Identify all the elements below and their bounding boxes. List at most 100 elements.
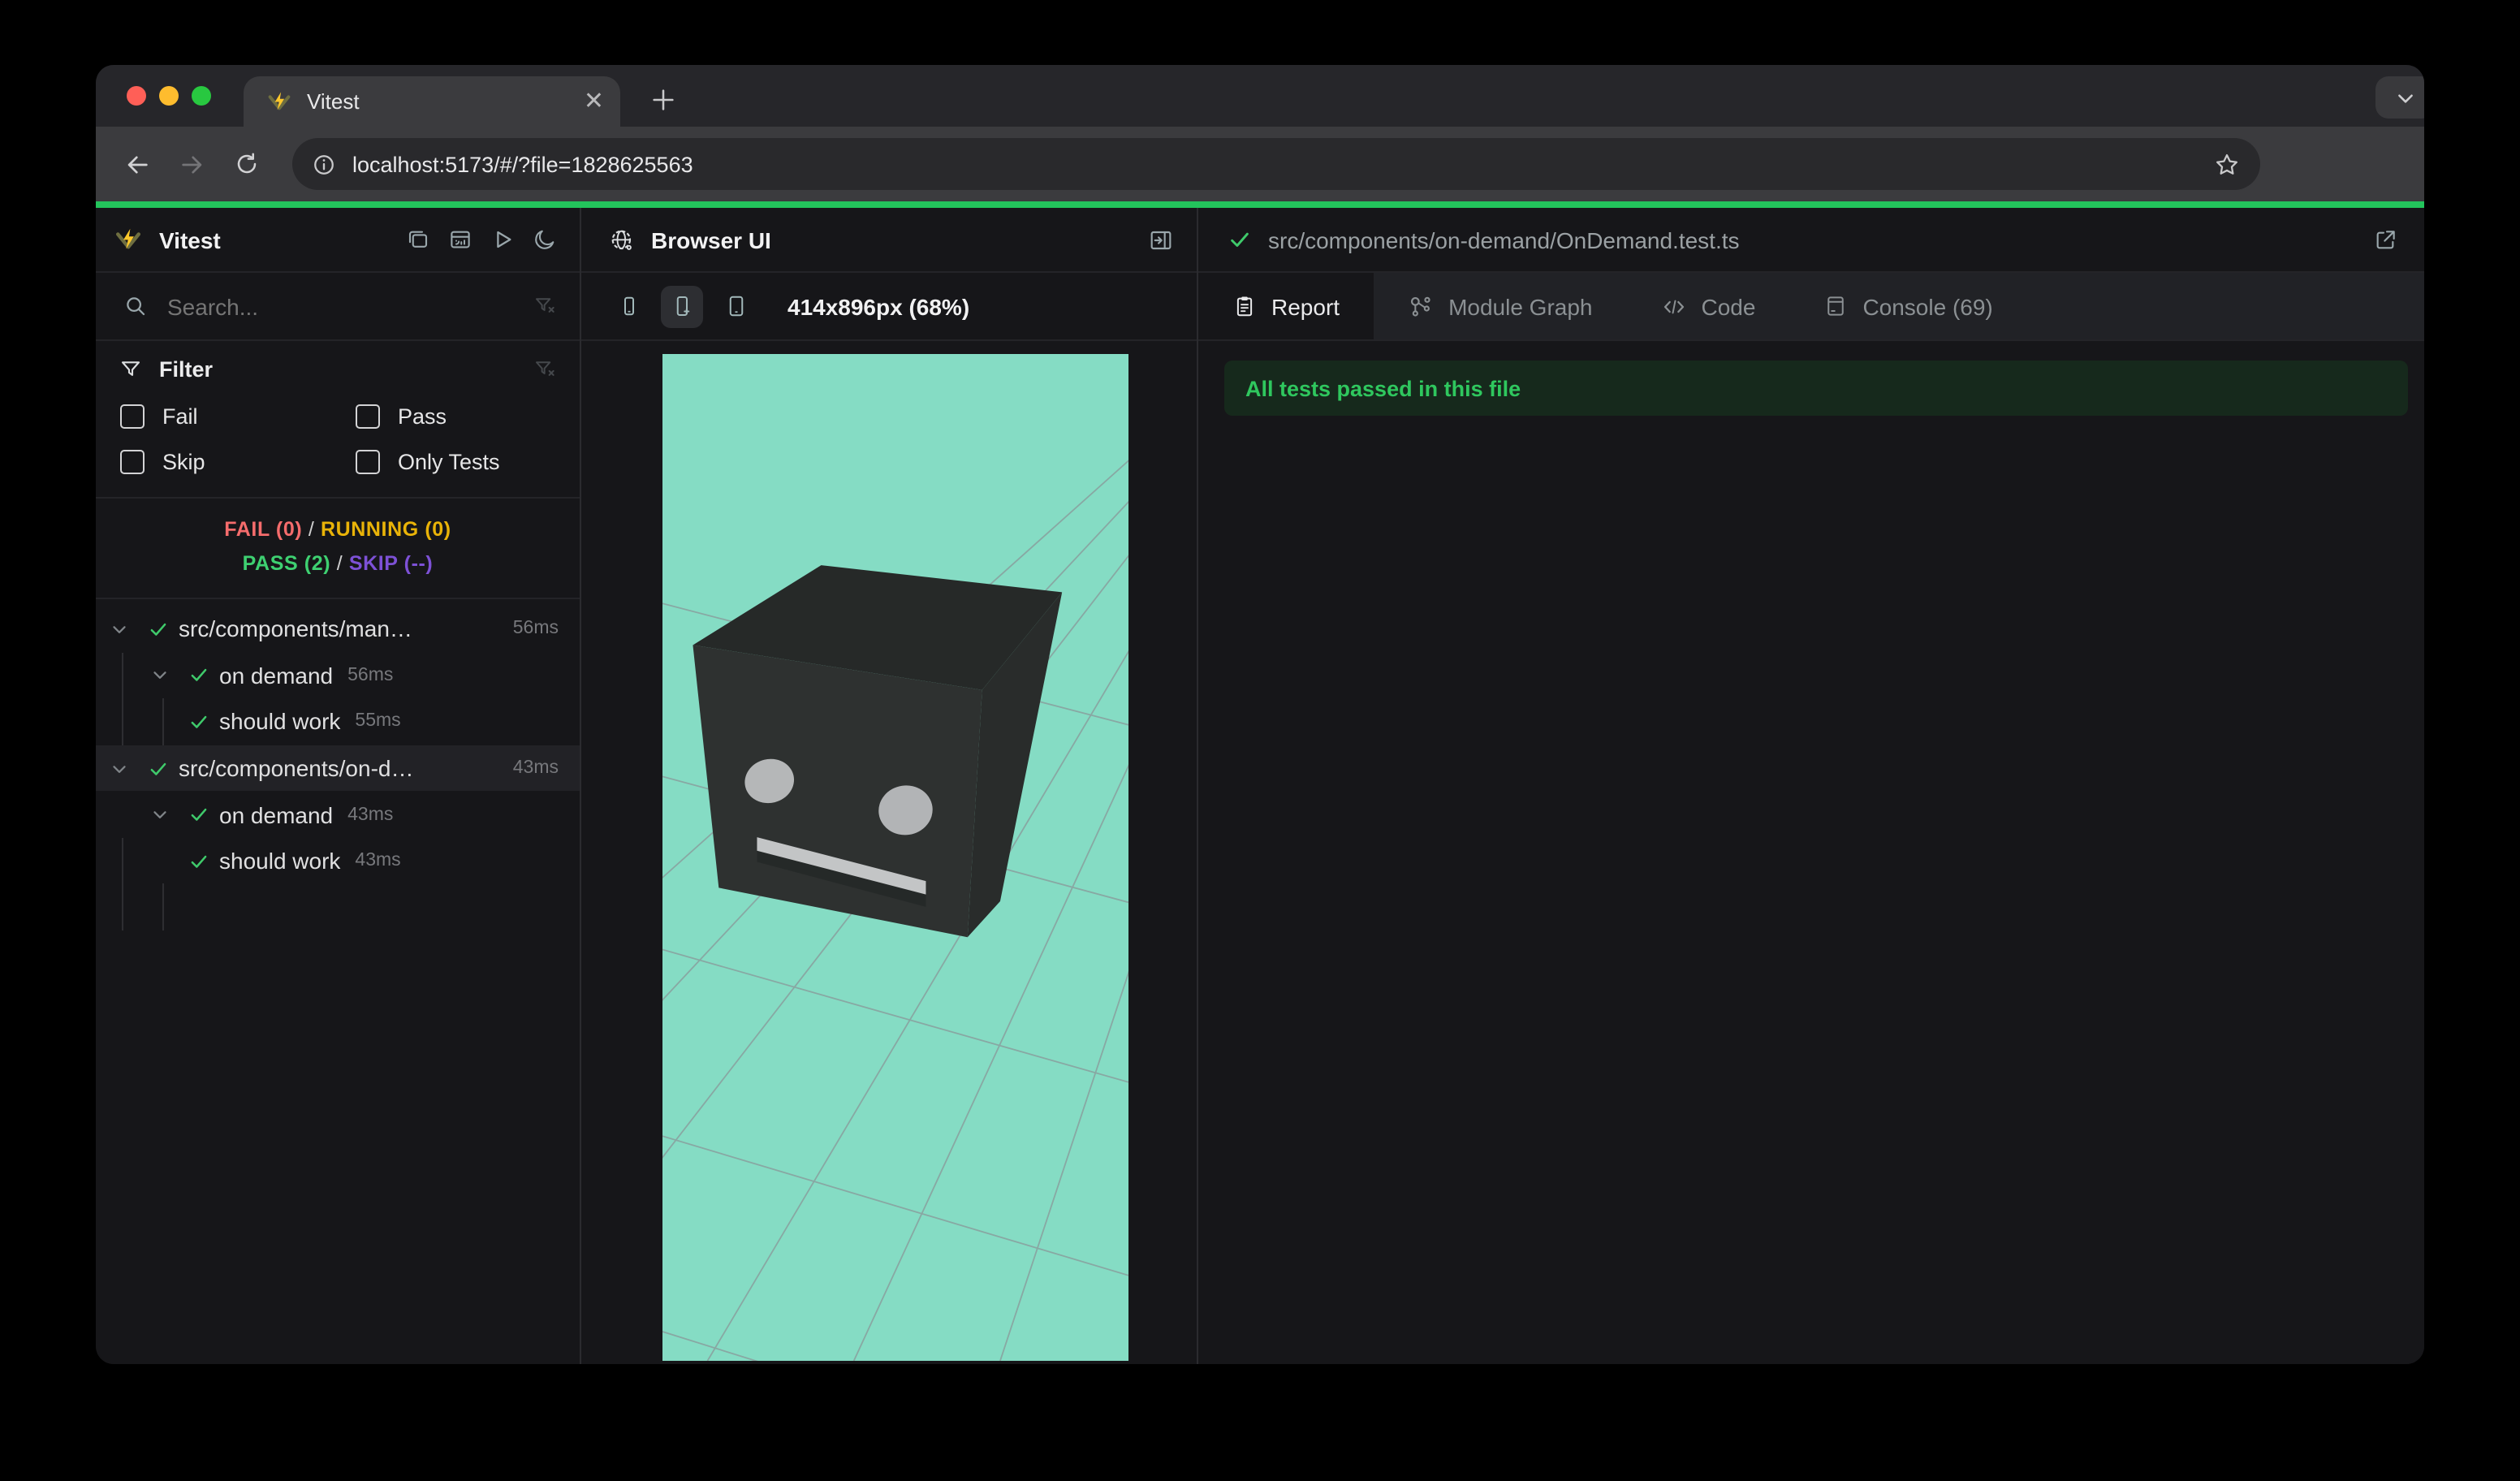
forward-button[interactable]	[167, 140, 216, 188]
tree-suite-row[interactable]: on demand 43ms	[96, 792, 580, 838]
tree-suite-row[interactable]: on demand 56ms	[96, 652, 580, 698]
tab-code[interactable]: Code	[1627, 273, 1790, 339]
tab-title: Vitest	[307, 89, 360, 114]
checkbox[interactable]	[356, 404, 380, 429]
tab-report[interactable]: Report	[1198, 273, 1374, 339]
filter-funnel-icon	[121, 361, 140, 376]
device-phone-small-button[interactable]	[607, 285, 649, 327]
fail-count: FAIL (0)	[224, 518, 303, 541]
vitest-ui: Vitest Fi	[96, 208, 2424, 1364]
search-icon	[127, 297, 145, 316]
open-external-icon[interactable]	[2372, 227, 2398, 253]
back-button[interactable]	[112, 140, 161, 188]
window-controls	[127, 86, 211, 106]
globe-icon	[611, 229, 632, 249]
new-tab-button[interactable]	[638, 75, 687, 123]
threejs-scene	[662, 354, 1128, 1361]
checkbox[interactable]	[120, 404, 145, 429]
pass-count: PASS (2)	[242, 552, 331, 575]
check-icon	[149, 623, 166, 636]
clear-filter-icon[interactable]	[533, 294, 557, 318]
tree-test-row[interactable]: should work 43ms	[96, 838, 580, 884]
back-arrow-icon	[127, 155, 147, 173]
report-panel: src/components/on-demand/OnDemand.test.t…	[1198, 208, 2424, 1364]
test-file-name: src/components/on-dema…	[179, 755, 422, 782]
viewport-resolution: 414x896px (68%)	[788, 293, 970, 319]
tab-label: Module Graph	[1448, 293, 1593, 319]
preview-title: Browser UI	[651, 227, 771, 253]
test-duration: 55ms	[355, 711, 401, 732]
chevron-down-icon[interactable]	[149, 665, 170, 686]
suite-name: on demand	[219, 801, 334, 828]
console-icon	[1827, 296, 1845, 316]
module-graph-icon	[1411, 296, 1430, 316]
report-header: src/components/on-demand/OnDemand.test.t…	[1198, 208, 2424, 273]
vitest-favicon	[268, 91, 291, 110]
close-window-button[interactable]	[127, 86, 146, 106]
tab-search-button[interactable]	[2375, 76, 2424, 119]
chevron-down-icon[interactable]	[108, 758, 129, 779]
suite-name: on demand	[219, 662, 334, 689]
filter-option-skip[interactable]: Skip	[120, 450, 356, 474]
tab-close-icon[interactable]: ✕	[584, 89, 604, 114]
app-title: Vitest	[159, 227, 221, 253]
chevron-down-icon	[2397, 93, 2412, 102]
check-icon	[149, 762, 166, 775]
url-text: localhost:5173/#/?file=1828625563	[352, 152, 693, 176]
tree-file-row-selected[interactable]: src/components/on-dema… 43ms	[96, 745, 580, 792]
report-content: All tests passed in this file	[1198, 341, 2424, 1364]
filter-option-only-tests[interactable]: Only Tests	[356, 450, 557, 474]
filter-option-fail[interactable]: Fail	[120, 404, 356, 429]
forward-arrow-icon	[181, 155, 201, 173]
test-file-path: src/components/on-demand/OnDemand.test.t…	[1268, 227, 1740, 253]
report-icon	[1236, 296, 1253, 317]
site-info-icon[interactable]	[312, 152, 336, 176]
device-phone-plus-button[interactable]	[661, 285, 703, 327]
clear-filter-icon[interactable]	[533, 357, 557, 382]
check-icon	[190, 809, 206, 822]
browser-preview-panel: Browser UI 414x896px (68%)	[581, 208, 1198, 1364]
search-row	[96, 273, 580, 341]
tab-console[interactable]: Console (69)	[1789, 273, 2026, 339]
all-tests-passed-banner: All tests passed in this file	[1224, 361, 2408, 416]
phone-plus-icon	[675, 296, 689, 317]
screen: Vitest ✕ localhost:5173/#/?file=18286255…	[0, 0, 2520, 1481]
run-all-icon[interactable]	[490, 227, 515, 252]
chevron-down-icon[interactable]	[149, 804, 170, 825]
checkbox[interactable]	[356, 450, 380, 474]
browser-window: Vitest ✕ localhost:5173/#/?file=18286255…	[96, 65, 2424, 1364]
sidebar-header: Vitest	[96, 208, 580, 273]
bookmark-star-icon[interactable]	[2213, 150, 2241, 178]
tree-file-row[interactable]: src/components/manual/… 56ms	[96, 606, 580, 652]
browser-toolbar: localhost:5173/#/?file=1828625563	[96, 127, 2424, 244]
test-duration: 56ms	[347, 665, 394, 685]
browser-tab[interactable]: Vitest ✕	[244, 76, 620, 127]
report-tab-bar: Report Module Graph Code Console (69)	[1198, 273, 2424, 341]
running-count: RUNNING (0)	[320, 518, 451, 541]
minimize-window-button[interactable]	[159, 86, 179, 106]
tab-module-graph[interactable]: Module Graph	[1374, 273, 1626, 339]
dashboard-icon[interactable]	[448, 227, 472, 252]
checkbox[interactable]	[120, 450, 145, 474]
test-file-name: src/components/manual/…	[179, 615, 422, 642]
url-bar[interactable]: localhost:5173/#/?file=1828625563	[292, 138, 2260, 190]
filter-option-pass[interactable]: Pass	[356, 404, 557, 429]
vitest-logo-icon	[116, 227, 140, 248]
tree-test-row[interactable]: should work 55ms	[96, 698, 580, 745]
tab-label: Code	[1701, 293, 1756, 319]
dock-panel-icon[interactable]	[1148, 227, 1174, 253]
tablet-icon	[728, 296, 743, 317]
zoom-window-button[interactable]	[192, 86, 211, 106]
tab-label: Console (69)	[1862, 293, 1993, 319]
reload-button[interactable]	[222, 140, 271, 188]
test-duration: 43ms	[347, 805, 394, 825]
device-toolbar: 414x896px (68%)	[581, 273, 1197, 341]
test-name: should work	[219, 848, 341, 874]
device-tablet-button[interactable]	[714, 285, 757, 327]
test-duration: 43ms	[512, 758, 559, 779]
collapse-panels-icon[interactable]	[406, 227, 430, 252]
chevron-down-icon[interactable]	[108, 619, 129, 640]
dark-mode-icon[interactable]	[533, 227, 557, 252]
tested-app-viewport[interactable]	[662, 354, 1128, 1361]
search-input[interactable]	[164, 291, 533, 321]
